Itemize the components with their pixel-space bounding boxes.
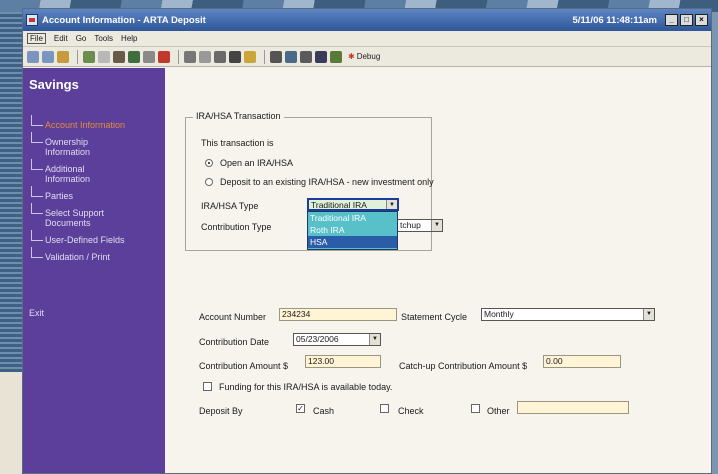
back-arrow-icon[interactable] <box>27 50 39 63</box>
contribution-date-value: 05/23/2006 <box>296 334 339 344</box>
chevron-down-icon: ▼ <box>386 200 397 209</box>
ira-type-option-roth[interactable]: Roth IRA <box>308 224 397 236</box>
network-icon[interactable] <box>285 50 297 63</box>
copy-icon[interactable] <box>199 50 211 63</box>
debug-button[interactable]: Debug <box>348 52 381 61</box>
pointer-icon[interactable] <box>98 50 110 63</box>
cash-checkbox[interactable]: ✓ <box>296 404 305 413</box>
statement-cycle-select[interactable]: Monthly ▼ <box>481 308 655 321</box>
contribution-amount-field[interactable]: 123.00 <box>305 355 381 368</box>
maximize-button[interactable]: □ <box>680 14 693 26</box>
tree-icon[interactable] <box>83 50 95 63</box>
deposit-existing-radio[interactable] <box>205 178 213 186</box>
other-checkbox[interactable] <box>471 404 480 413</box>
forward-arrow-icon[interactable] <box>42 50 54 63</box>
contribution-type-value: tchup <box>400 220 421 230</box>
ira-type-option-hsa[interactable]: HSA <box>308 236 397 248</box>
toolbar: Debug <box>23 47 711 67</box>
background-left-lower <box>0 372 22 474</box>
transaction-prompt: This transaction is <box>201 138 274 148</box>
book-icon[interactable] <box>128 50 140 63</box>
toolbar-separator <box>77 49 78 64</box>
sidebar-item-validation-print[interactable]: Validation / Print <box>31 247 151 262</box>
other-field[interactable] <box>517 401 629 414</box>
app-window: Account Information - ARTA Deposit 5/11/… <box>22 8 712 474</box>
toolbar-separator <box>264 49 265 64</box>
folder-icon[interactable] <box>244 50 256 63</box>
tools-icon[interactable] <box>330 50 342 63</box>
menu-bar: File Edit Go Tools Help <box>23 31 711 47</box>
window-icon[interactable] <box>300 50 312 63</box>
account-number-label: Account Number <box>199 312 267 322</box>
funding-available-label: Funding for this IRA/HSA is available to… <box>219 382 393 392</box>
catchup-amount-field[interactable]: 0.00 <box>543 355 621 368</box>
funding-available-checkbox[interactable] <box>203 382 212 391</box>
menu-go[interactable]: Go <box>76 34 87 43</box>
sidebar-nav: Account Information Ownership Informatio… <box>31 115 161 269</box>
cash-label: Cash <box>313 406 335 416</box>
ira-type-value: Traditional IRA <box>311 200 367 210</box>
deposit-by-label: Deposit By <box>199 406 243 416</box>
app-icon <box>26 14 38 26</box>
home-icon[interactable] <box>57 50 69 63</box>
menu-help[interactable]: Help <box>121 34 137 43</box>
ira-type-select[interactable]: Traditional IRA ▼ <box>307 198 399 211</box>
user-icon[interactable] <box>113 50 125 63</box>
statement-cycle-value: Monthly <box>484 309 514 319</box>
account-number-field[interactable]: 234234 <box>279 308 397 321</box>
chevron-down-icon: ▼ <box>369 334 380 345</box>
sidebar-item-exit[interactable]: Exit <box>29 308 44 318</box>
sidebar-item-user-defined-fields[interactable]: User-Defined Fields <box>31 230 151 245</box>
flag-icon[interactable] <box>158 50 170 63</box>
sidebar: Savings Account Information Ownership In… <box>23 68 165 473</box>
cut-icon[interactable] <box>184 50 196 63</box>
check-checkbox[interactable] <box>380 404 389 413</box>
sidebar-item-ownership-information[interactable]: Ownership Information <box>31 132 121 157</box>
contribution-date-label: Contribution Date <box>199 337 270 347</box>
save-icon[interactable] <box>315 50 327 63</box>
open-ira-radio[interactable] <box>205 159 213 167</box>
ira-type-label: IRA/HSA Type <box>201 201 259 211</box>
other-label: Other <box>487 406 510 416</box>
search-icon[interactable] <box>270 50 282 63</box>
background-right <box>712 12 718 474</box>
contribution-type-label: Contribution Type <box>201 222 272 232</box>
statement-cycle-label: Statement Cycle <box>401 312 468 322</box>
minimize-button[interactable]: _ <box>665 14 678 26</box>
title-bar[interactable]: Account Information - ARTA Deposit 5/11/… <box>23 9 711 31</box>
catchup-amount-label: Catch-up Contribution Amount $ <box>399 361 528 371</box>
contribution-date-picker[interactable]: 05/23/2006 ▼ <box>293 333 381 346</box>
deposit-existing-label: Deposit to an existing IRA/HSA - new inv… <box>220 177 434 187</box>
ira-type-dropdown-list: Traditional IRA Roth IRA HSA <box>307 211 398 250</box>
print-icon[interactable] <box>229 50 241 63</box>
main-content: IRA/HSA Transaction This transaction is … <box>165 68 711 473</box>
sidebar-title: Savings <box>29 77 79 92</box>
menu-file[interactable]: File <box>27 33 46 44</box>
sidebar-item-account-information[interactable]: Account Information <box>31 115 151 130</box>
check-label: Check <box>398 406 424 416</box>
background-left <box>0 12 22 372</box>
toolbar-separator <box>178 49 179 64</box>
sidebar-item-additional-information[interactable]: Additional Information <box>31 159 121 184</box>
contribution-amount-label: Contribution Amount $ <box>199 361 289 371</box>
close-button[interactable]: × <box>695 14 708 26</box>
open-ira-label: Open an IRA/HSA <box>220 158 294 168</box>
sidebar-item-parties[interactable]: Parties <box>31 186 121 201</box>
menu-tools[interactable]: Tools <box>94 34 113 43</box>
ira-type-option-traditional[interactable]: Traditional IRA <box>308 212 397 224</box>
window-title: Account Information - ARTA Deposit <box>42 14 206 26</box>
grid-icon[interactable] <box>143 50 155 63</box>
chevron-down-icon: ▼ <box>643 309 654 320</box>
paste-icon[interactable] <box>214 50 226 63</box>
menu-edit[interactable]: Edit <box>54 34 68 43</box>
clock-text: 5/11/06 11:48:11am <box>572 14 657 26</box>
group-legend: IRA/HSA Transaction <box>193 111 284 121</box>
chevron-down-icon: ▼ <box>431 220 442 231</box>
sidebar-item-select-support-documents[interactable]: Select Support Documents <box>31 203 121 228</box>
